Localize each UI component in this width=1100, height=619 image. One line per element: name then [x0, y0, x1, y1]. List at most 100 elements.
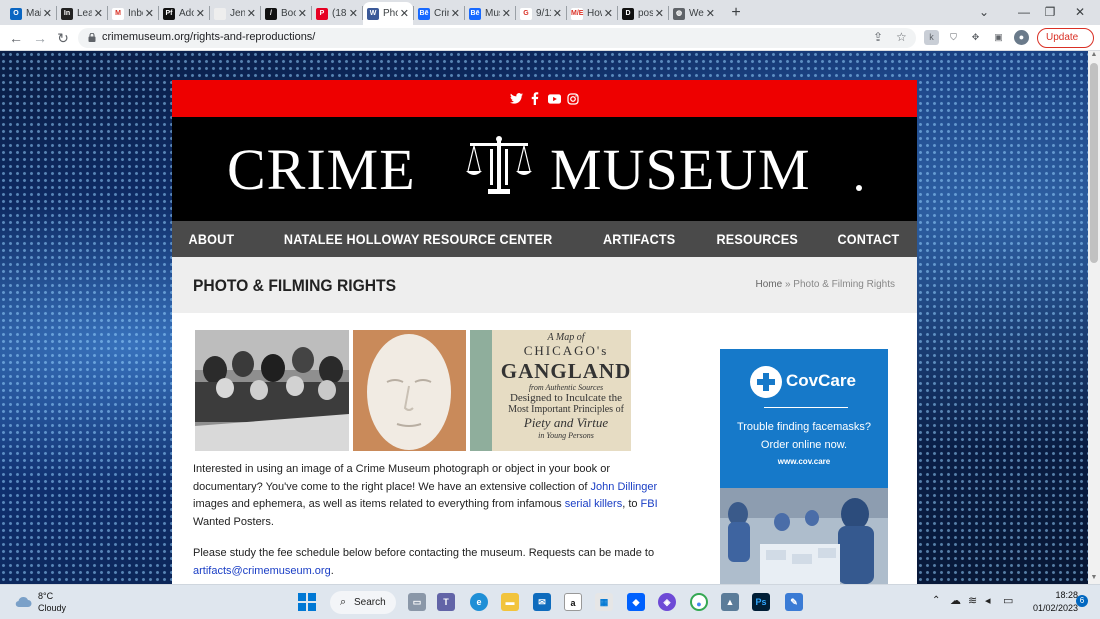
close-tab-icon[interactable]: ✕ [94, 7, 103, 20]
covcare-logo-icon [750, 366, 782, 398]
twitter-icon[interactable] [509, 92, 523, 105]
youtube-icon[interactable] [547, 92, 561, 105]
close-tab-icon[interactable]: ✕ [298, 7, 307, 20]
logo-banner[interactable]: CRIME MUSEUM [172, 117, 917, 221]
shield-extension-icon[interactable]: ⛉ [946, 30, 961, 45]
browser-tab[interactable]: ◍ Wee✕ [669, 2, 719, 25]
browser-tab[interactable]: W Phot✕ [363, 2, 413, 25]
close-tab-icon[interactable]: ✕ [145, 7, 154, 20]
close-tab-icon[interactable]: ✕ [502, 7, 511, 20]
show-hidden-icons[interactable]: ⌃ [932, 595, 940, 606]
back-button[interactable]: ← [6, 28, 26, 48]
file-explorer-icon[interactable]: ▬ [501, 593, 519, 611]
map-line-5: Designed to Inculcate the [509, 392, 623, 404]
tab-favicon-icon: M [112, 7, 124, 20]
update-label: Update [1046, 32, 1079, 43]
clock-time[interactable]: 18:28 [1040, 590, 1078, 600]
store-icon[interactable]: ▦ [595, 593, 613, 611]
breadcrumb-home-link[interactable]: Home [755, 279, 782, 290]
browser-tab[interactable]: In Learn✕ [57, 2, 107, 25]
main-content: A Map of CHICAGO's GANGLAND from Authent… [193, 330, 663, 580]
browser-tab[interactable]: O Mail✕ [6, 2, 56, 25]
photoshop-icon[interactable]: Ps [752, 593, 770, 611]
chrome-icon[interactable]: ● [690, 593, 708, 611]
artifacts-email-link[interactable]: artifacts@crimemuseum.org [193, 565, 331, 577]
page-scrollbar[interactable]: ▲ ▼ [1088, 51, 1100, 584]
taskbar-search[interactable]: ⌕ Search [330, 591, 396, 614]
teams-icon[interactable]: T [437, 593, 455, 611]
edge-icon[interactable]: e [470, 593, 488, 611]
puzzle-extensions-icon[interactable]: ✥ [968, 30, 983, 45]
bookmark-star-icon[interactable]: ☆ [896, 30, 907, 44]
close-window-button[interactable]: ✕ [1060, 0, 1100, 25]
nav-about[interactable]: ABOUT [189, 231, 235, 247]
new-tab-button[interactable]: + [723, 2, 749, 25]
close-tab-icon[interactable]: ✕ [604, 7, 613, 20]
death-mask-photo[interactable] [353, 330, 466, 451]
crowd-photo[interactable] [195, 330, 349, 451]
profile-avatar[interactable]: ● [1014, 30, 1029, 45]
copilot-icon[interactable]: ◈ [658, 593, 676, 611]
fbi-link[interactable]: FBI [641, 498, 658, 510]
chicago-gangland-map-photo[interactable]: A Map of CHICAGO's GANGLAND from Authent… [470, 330, 631, 451]
browser-tab[interactable]: Jenn✕ [210, 2, 260, 25]
weather-desc[interactable]: Cloudy [38, 603, 66, 613]
amazon-icon[interactable]: a [564, 593, 582, 611]
cloud-weather-icon[interactable] [14, 594, 32, 608]
battery-icon[interactable]: ▭ [1003, 594, 1013, 607]
side-panel-icon[interactable]: ▣ [991, 30, 1006, 45]
fee-paragraph: Please study the fee schedule below befo… [193, 545, 663, 580]
weather-temp[interactable]: 8°C [38, 591, 53, 601]
address-bar[interactable]: crimemuseum.org/rights-and-reproductions… [78, 28, 916, 48]
windows-start-icon[interactable] [298, 593, 316, 611]
browser-tab[interactable]: Pf Adob✕ [159, 2, 209, 25]
nav-natalee-holloway[interactable]: NATALEE HOLLOWAY RESOURCE CENTER [284, 231, 553, 247]
tab-search-icon[interactable]: ⌄ [964, 0, 1004, 25]
mail-icon[interactable]: ✉ [533, 593, 551, 611]
close-tab-icon[interactable]: ✕ [706, 7, 715, 20]
nav-resources[interactable]: RESOURCES [716, 231, 797, 247]
notification-badge[interactable]: 6 [1076, 595, 1088, 607]
browser-tab[interactable]: G 9/11✕ [516, 2, 566, 25]
wifi-icon[interactable]: ≋ [968, 594, 977, 607]
browser-tab[interactable]: Dpost✕ [618, 2, 668, 25]
close-tab-icon[interactable]: ✕ [349, 7, 358, 20]
task-view-icon[interactable]: ▭ [408, 593, 426, 611]
paint-icon[interactable]: ✎ [785, 593, 803, 611]
forward-button[interactable]: → [30, 28, 50, 48]
photos-icon[interactable]: ▲ [721, 593, 739, 611]
scroll-thumb[interactable] [1090, 63, 1098, 263]
browser-tab[interactable]: / Book✕ [261, 2, 311, 25]
cloud-sync-icon[interactable]: ☁ [950, 594, 961, 607]
covcare-advertisement[interactable]: CovCare Trouble finding facemasks? Order… [720, 349, 888, 584]
update-button[interactable]: Update ⋮ [1037, 28, 1094, 61]
clock-date[interactable]: 01/02/2023 [1022, 603, 1078, 613]
facebook-icon[interactable] [529, 92, 542, 105]
close-tab-icon[interactable]: ✕ [43, 7, 52, 20]
browser-tab[interactable]: M Inbox✕ [108, 2, 158, 25]
instagram-icon[interactable] [567, 92, 580, 105]
main-navigation: ABOUT NATALEE HOLLOWAY RESOURCE CENTER A… [172, 221, 917, 257]
extension-icon[interactable]: k [924, 30, 939, 45]
close-tab-icon[interactable]: ✕ [400, 7, 409, 20]
scroll-up-icon[interactable]: ▲ [1088, 51, 1100, 61]
close-tab-icon[interactable]: ✕ [451, 7, 460, 20]
nav-artifacts[interactable]: ARTIFACTS [603, 231, 675, 247]
scroll-down-icon[interactable]: ▼ [1088, 574, 1100, 584]
close-tab-icon[interactable]: ✕ [247, 7, 256, 20]
close-tab-icon[interactable]: ✕ [553, 7, 562, 20]
john-dillinger-link[interactable]: John Dillinger [591, 481, 658, 493]
volume-icon[interactable]: ◂ [985, 594, 991, 607]
browser-tab[interactable]: Bē Crim✕ [414, 2, 464, 25]
browser-tab[interactable]: Bē Musi✕ [465, 2, 515, 25]
map-border-decoration [470, 330, 492, 451]
browser-tab[interactable]: P (185✕ [312, 2, 362, 25]
close-tab-icon[interactable]: ✕ [655, 7, 664, 20]
nav-contact[interactable]: CONTACT [838, 231, 900, 247]
reload-button[interactable]: ↻ [53, 28, 73, 48]
serial-killers-link[interactable]: serial killers [565, 498, 622, 510]
share-icon[interactable]: ⇪ [873, 30, 883, 44]
browser-tab[interactable]: M/E How✕ [567, 2, 617, 25]
close-tab-icon[interactable]: ✕ [196, 7, 205, 20]
dropbox-icon[interactable]: ◆ [627, 593, 645, 611]
